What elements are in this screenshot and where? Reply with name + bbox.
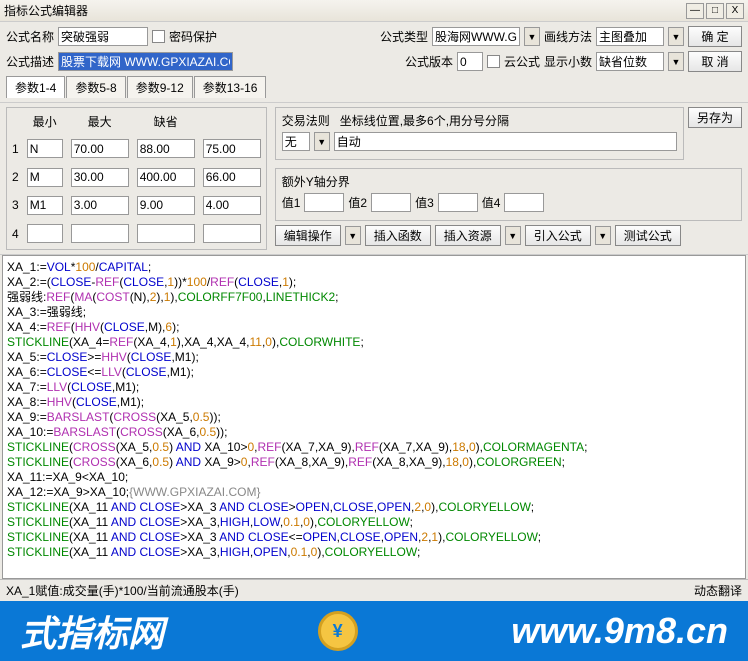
desc-label: 公式描述 <box>6 53 54 70</box>
banner: 式指标网 ¥ www.9m8.cn <box>0 601 748 661</box>
param-max[interactable] <box>137 139 195 158</box>
maximize-button[interactable]: □ <box>706 3 724 19</box>
func-button[interactable]: 插入函数 <box>365 225 431 246</box>
param-row: 1 <box>9 136 264 162</box>
dec-label: 显示小数 <box>544 53 592 70</box>
name-label: 公式名称 <box>6 28 54 45</box>
v1-label: 值1 <box>282 194 301 211</box>
code-editor[interactable]: XA_1:=VOL*100/CAPITAL;XA_2:=(CLOSE-REF(C… <box>2 255 746 579</box>
v2-input[interactable] <box>371 193 411 212</box>
chevron-down-icon[interactable]: ▼ <box>595 226 611 245</box>
v1-input[interactable] <box>304 193 344 212</box>
chevron-down-icon[interactable]: ▼ <box>668 52 684 71</box>
v3-input[interactable] <box>438 193 478 212</box>
chevron-down-icon[interactable]: ▼ <box>668 27 684 46</box>
extra-title: 额外Y轴分界 <box>282 175 350 189</box>
param-def[interactable] <box>203 139 261 158</box>
form-toolbar: 公式名称 密码保护 公式类型 ▼ 画线方法 ▼ 确 定 公式描述 公式版本 云公… <box>0 22 748 103</box>
rules-title: 交易法则 <box>282 114 330 128</box>
chevron-down-icon[interactable]: ▼ <box>314 132 330 151</box>
param-name[interactable] <box>27 224 63 243</box>
v2-label: 值2 <box>348 194 367 211</box>
pwd-label: 密码保护 <box>169 28 217 45</box>
rules-auto[interactable] <box>334 132 677 151</box>
param-min[interactable] <box>71 168 129 187</box>
param-row: 3 <box>9 192 264 218</box>
tab-1[interactable]: 参数5-8 <box>66 76 125 98</box>
import-button[interactable]: 引入公式 <box>525 225 591 246</box>
title-bar: 指标公式编辑器 — □ X <box>0 0 748 22</box>
name-input[interactable] <box>58 27 148 46</box>
param-name[interactable] <box>27 139 63 158</box>
param-name[interactable] <box>27 196 63 215</box>
tab-0[interactable]: 参数1-4 <box>6 76 65 98</box>
v4-input[interactable] <box>504 193 544 212</box>
param-tabs: 参数1-4参数5-8参数9-12参数13-16 <box>6 76 742 98</box>
params-area: 最小最大缺省 1234 交易法则 坐标线位置,最多6个,用分号分隔 ▼ 另存为 … <box>0 103 748 255</box>
saveas-button[interactable]: 另存为 <box>688 107 742 128</box>
ver-label: 公式版本 <box>405 53 453 70</box>
param-max[interactable] <box>137 168 195 187</box>
param-min[interactable] <box>71 196 129 215</box>
chevron-down-icon[interactable]: ▼ <box>345 226 361 245</box>
param-def[interactable] <box>203 168 261 187</box>
desc-input[interactable] <box>58 52 233 71</box>
minimize-button[interactable]: — <box>686 3 704 19</box>
param-row: 2 <box>9 164 264 190</box>
status-left: XA_1赋值:成交量(手)*100/当前流通股本(手) <box>6 582 239 599</box>
param-min[interactable] <box>71 224 129 243</box>
param-max[interactable] <box>137 224 195 243</box>
tab-3[interactable]: 参数13-16 <box>194 76 267 98</box>
draw-select[interactable] <box>596 27 664 46</box>
test-button[interactable]: 测试公式 <box>615 225 681 246</box>
status-right: 动态翻译 <box>694 582 742 599</box>
param-max[interactable] <box>137 196 195 215</box>
edit-button[interactable]: 编辑操作 <box>275 225 341 246</box>
pwd-checkbox[interactable] <box>152 30 165 43</box>
param-table: 最小最大缺省 1234 <box>6 107 267 250</box>
ver-input[interactable] <box>457 52 483 71</box>
param-def[interactable] <box>203 196 261 215</box>
param-min[interactable] <box>71 139 129 158</box>
param-def[interactable] <box>203 224 261 243</box>
rules-hint: 坐标线位置,最多6个,用分号分隔 <box>340 114 509 128</box>
param-row: 4 <box>9 221 264 247</box>
rules-none[interactable] <box>282 132 310 151</box>
type-label: 公式类型 <box>380 28 428 45</box>
cancel-button[interactable]: 取 消 <box>688 51 742 72</box>
res-button[interactable]: 插入资源 <box>435 225 501 246</box>
chevron-down-icon[interactable]: ▼ <box>505 226 521 245</box>
cloud-label: 云公式 <box>504 53 540 70</box>
ok-button[interactable]: 确 定 <box>688 26 742 47</box>
v3-label: 值3 <box>415 194 434 211</box>
dec-select[interactable] <box>596 52 664 71</box>
banner-url: www.9m8.cn <box>511 610 728 652</box>
type-select[interactable] <box>432 27 520 46</box>
draw-label: 画线方法 <box>544 28 592 45</box>
close-button[interactable]: X <box>726 3 744 19</box>
status-bar: XA_1赋值:成交量(手)*100/当前流通股本(手) 动态翻译 <box>0 579 748 601</box>
chevron-down-icon[interactable]: ▼ <box>524 27 540 46</box>
v4-label: 值4 <box>482 194 501 211</box>
cloud-checkbox[interactable] <box>487 55 500 68</box>
coin-icon: ¥ <box>318 611 358 651</box>
tab-2[interactable]: 参数9-12 <box>127 76 193 98</box>
window-title: 指标公式编辑器 <box>4 2 684 19</box>
param-name[interactable] <box>27 168 63 187</box>
